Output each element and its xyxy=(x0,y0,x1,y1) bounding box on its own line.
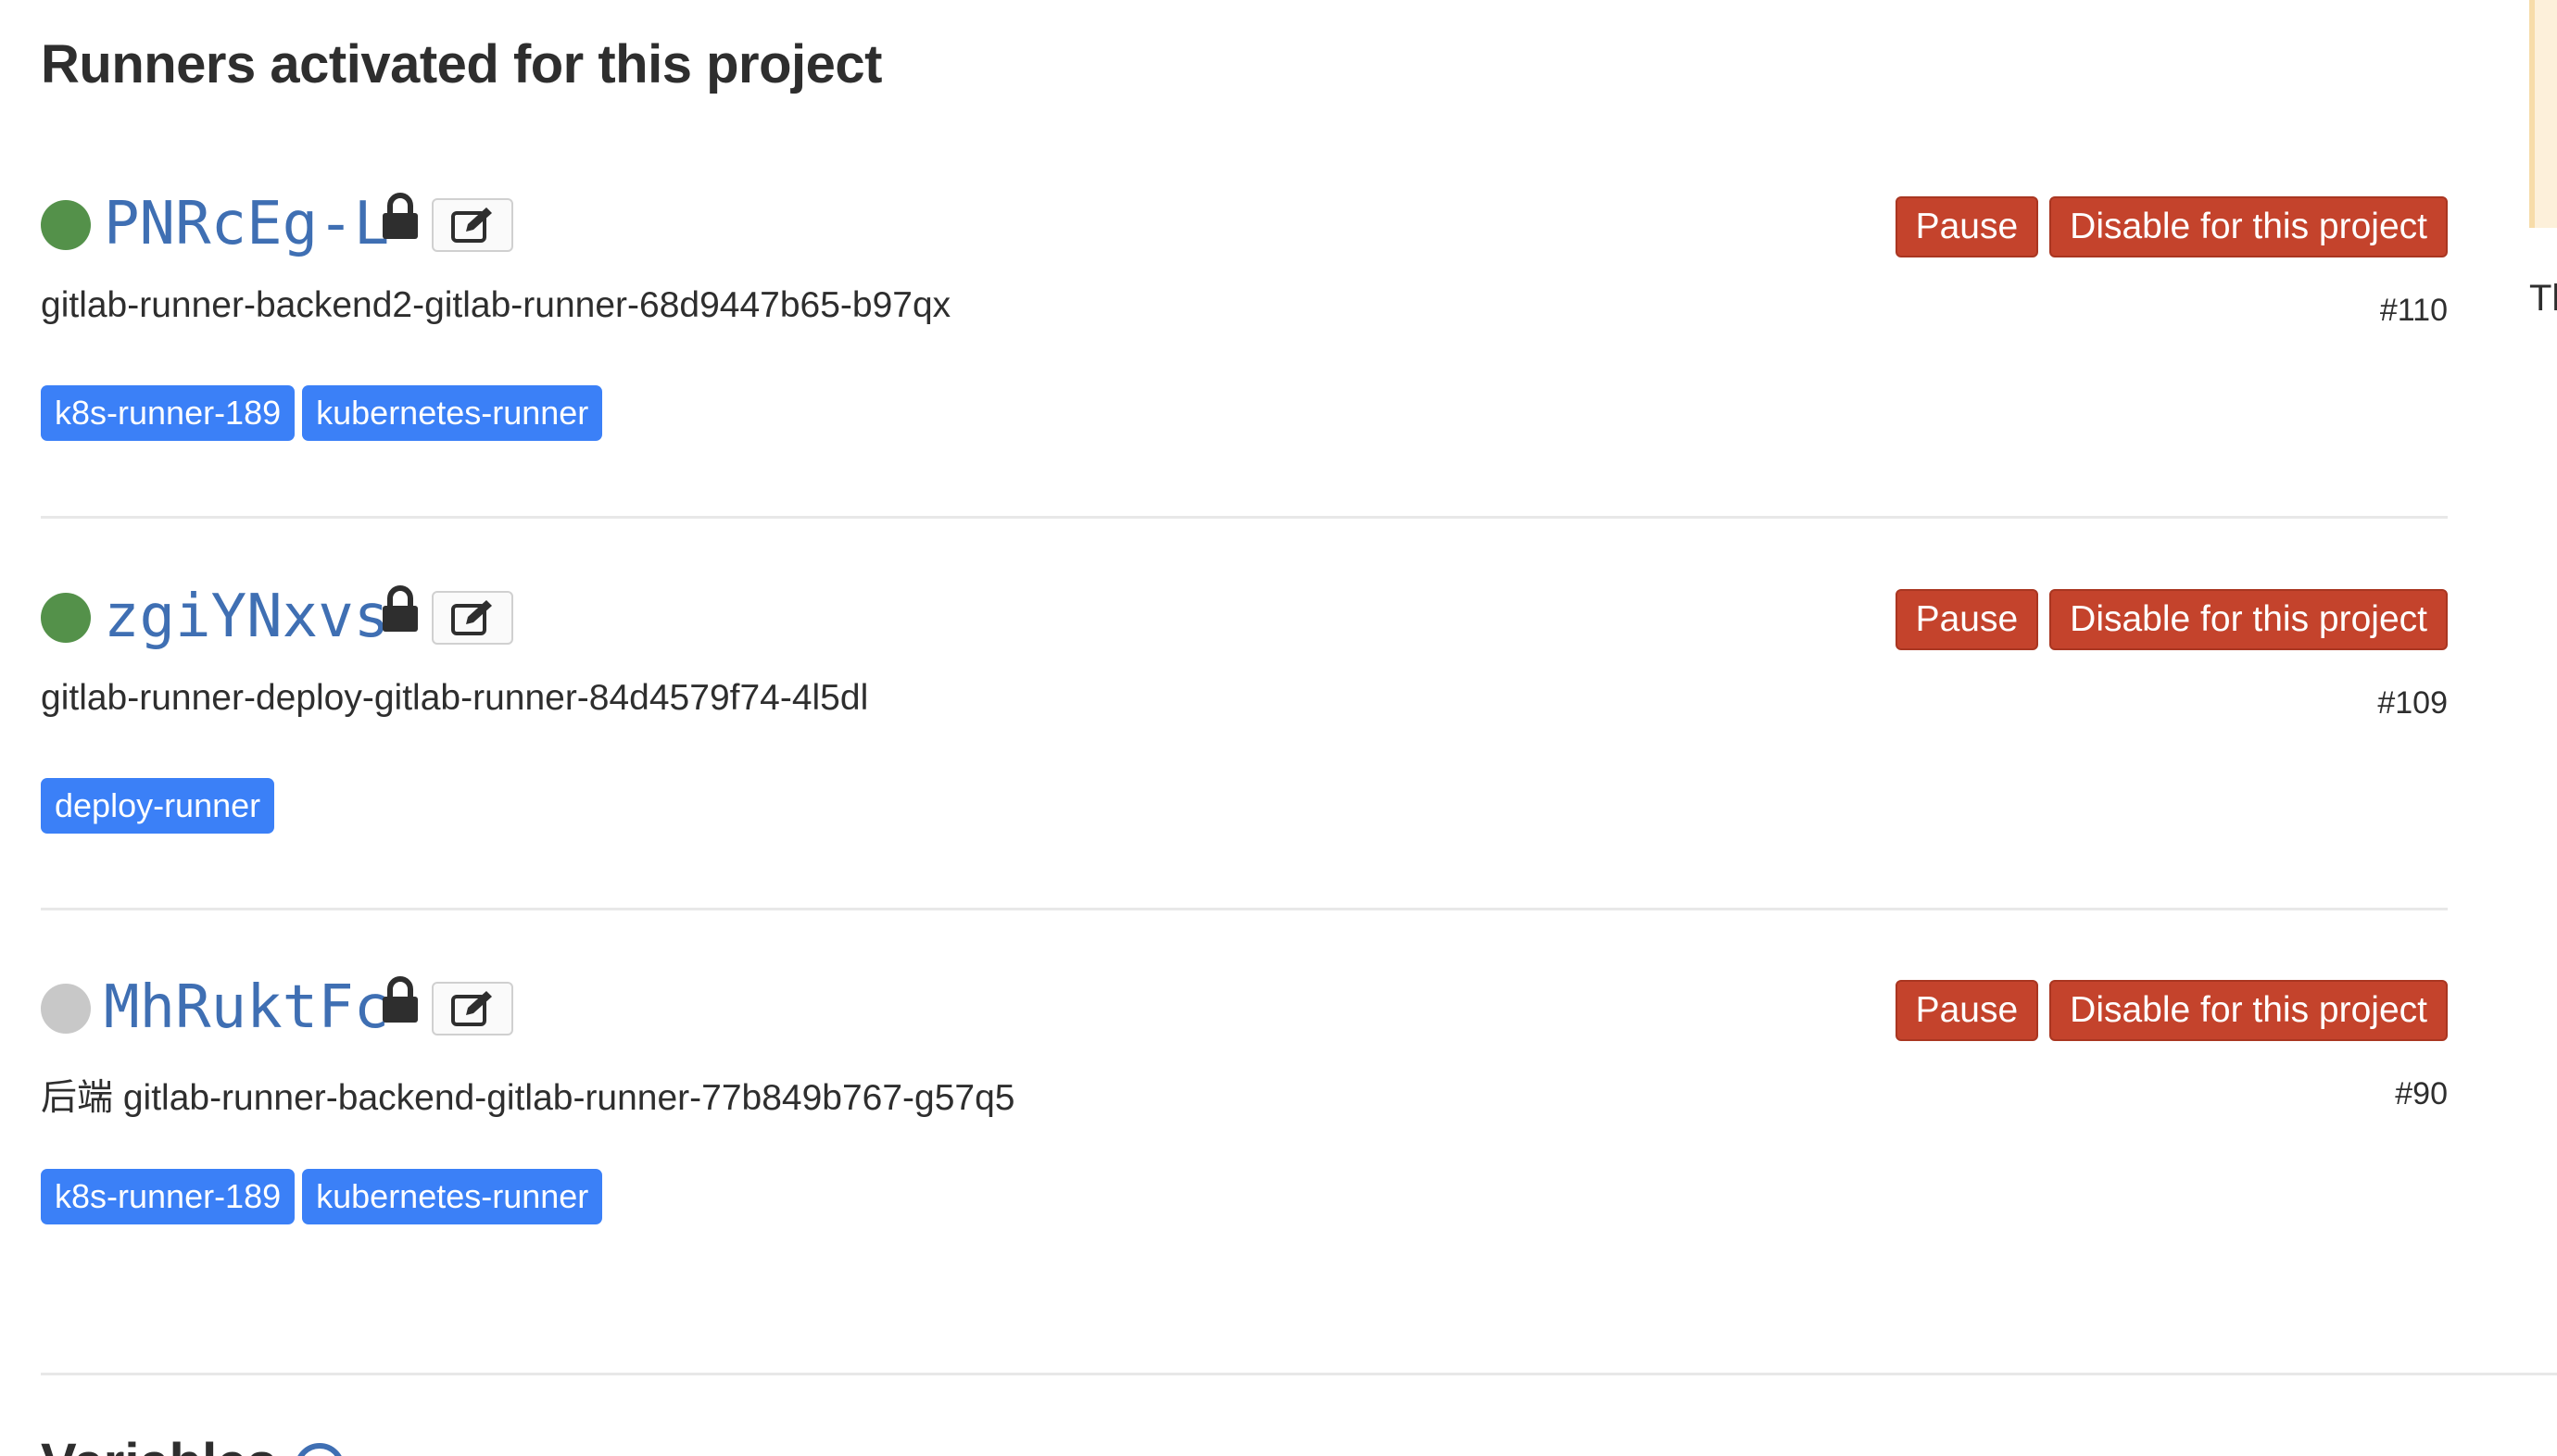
runner-id-link[interactable]: PNRcEg-L xyxy=(104,187,389,261)
divider xyxy=(41,516,2448,519)
disable-for-project-button[interactable]: Disable for this project xyxy=(2049,980,2448,1041)
status-offline-icon xyxy=(41,984,91,1034)
runner-header: MhRuktFc xyxy=(41,973,967,1042)
runner-item: MhRuktFc Pause Disable for this project … xyxy=(41,973,2448,1224)
pause-button[interactable]: Pause xyxy=(1895,980,2039,1041)
runner-item: PNRcEg-L Pause Disable for this project … xyxy=(41,190,2448,441)
tag-badge: deploy-runner xyxy=(41,778,275,834)
divider xyxy=(41,908,2448,910)
lock-icon xyxy=(383,585,418,632)
status-online-icon xyxy=(41,593,91,643)
runner-description: gitlab-runner-backend2-gitlab-runner-68d… xyxy=(41,285,951,325)
edit-runner-button[interactable] xyxy=(432,591,513,645)
runner-number: #109 xyxy=(2377,685,2448,721)
runner-actions: Pause Disable for this project xyxy=(1895,980,2448,1041)
runner-description: gitlab-runner-deploy-gitlab-runner-84d45… xyxy=(41,678,869,718)
sidebar-text: Th xyxy=(2529,278,2557,319)
edit-icon xyxy=(451,600,492,635)
runner-number: #90 xyxy=(2395,1076,2448,1111)
edit-icon xyxy=(451,207,492,243)
disable-for-project-button[interactable]: Disable for this project xyxy=(2049,589,2448,650)
page-title: Runners activated for this project xyxy=(41,34,882,94)
tag-badge: k8s-runner-189 xyxy=(41,1169,296,1224)
runner-id-link[interactable]: zgiYNxvs xyxy=(104,580,389,654)
runner-number: #110 xyxy=(2379,293,2448,328)
runner-actions: Pause Disable for this project xyxy=(1895,589,2448,650)
sidebar-panel xyxy=(2529,0,2557,228)
variables-section-title: Variables xyxy=(41,1432,277,1456)
edit-runner-button[interactable] xyxy=(432,982,513,1036)
runner-tags: k8s-runner-189 kubernetes-runner xyxy=(41,1169,603,1224)
tag-badge: kubernetes-runner xyxy=(302,1169,603,1224)
section-divider xyxy=(41,1373,2557,1375)
runner-actions: Pause Disable for this project xyxy=(1895,196,2448,257)
runner-description: 后端 gitlab-runner-backend-gitlab-runner-7… xyxy=(41,1078,1015,1118)
runner-header: zgiYNxvs xyxy=(41,583,967,651)
status-online-icon xyxy=(41,200,91,250)
pause-button[interactable]: Pause xyxy=(1895,589,2039,650)
runner-tags: deploy-runner xyxy=(41,778,275,834)
tag-badge: kubernetes-runner xyxy=(302,385,603,441)
edit-runner-button[interactable] xyxy=(432,198,513,252)
lock-icon xyxy=(383,193,418,239)
tag-badge: k8s-runner-189 xyxy=(41,385,296,441)
runners-page: Runners activated for this project PNRcE… xyxy=(0,0,2557,1456)
runner-id-link[interactable]: MhRuktFc xyxy=(104,971,389,1045)
edit-icon xyxy=(451,991,492,1026)
runner-item: zgiYNxvs Pause Disable for this project … xyxy=(41,583,2448,834)
lock-icon xyxy=(383,976,418,1023)
disable-for-project-button[interactable]: Disable for this project xyxy=(2049,196,2448,257)
pause-button[interactable]: Pause xyxy=(1895,196,2039,257)
runner-tags: k8s-runner-189 kubernetes-runner xyxy=(41,385,603,441)
runner-header: PNRcEg-L xyxy=(41,190,967,258)
help-icon[interactable] xyxy=(295,1443,345,1456)
